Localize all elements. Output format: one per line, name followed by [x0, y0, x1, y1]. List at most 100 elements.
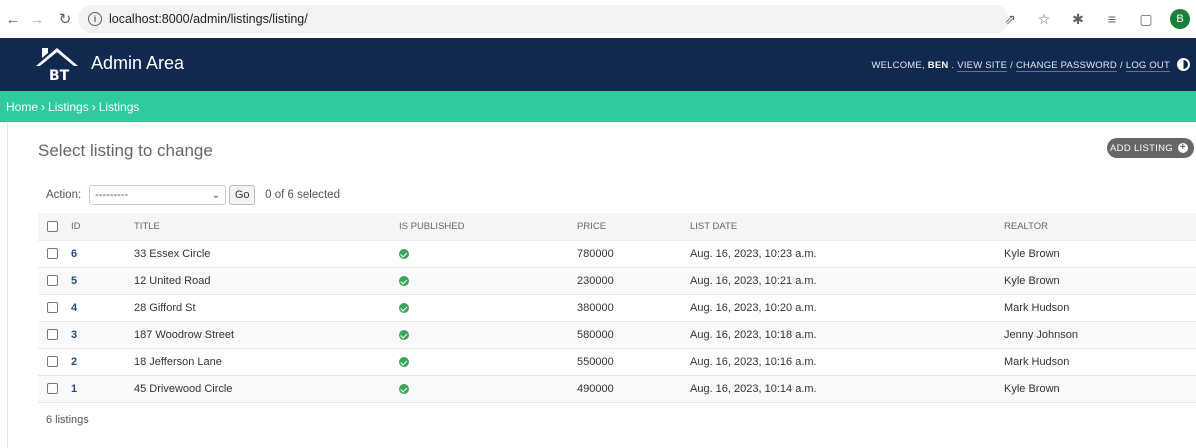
extensions-puzzle-icon[interactable]: ✱ — [1068, 9, 1088, 29]
bookmark-star-icon[interactable]: ☆ — [1034, 9, 1054, 29]
published-check-icon — [399, 249, 409, 259]
select-all-checkbox[interactable] — [47, 220, 58, 232]
paginator: 6 listings — [46, 414, 89, 426]
page-title: Select listing to change — [38, 141, 213, 160]
listing-price: 490000 — [577, 375, 690, 403]
listing-realtor: Kyle Brown — [1004, 267, 1196, 295]
listing-title: 28 Gifford St — [134, 294, 399, 322]
change-password-link[interactable]: CHANGE PASSWORD — [1015, 60, 1117, 72]
admin-header: BT Admin Area WELCOME, BEN. VIEW SITE / … — [0, 38, 1196, 91]
listing-id-link[interactable]: 4 — [71, 302, 77, 314]
actions-bar: Action: --------- ⌄ Go 0 of 6 selected — [46, 184, 340, 206]
row-checkbox[interactable] — [47, 383, 58, 395]
browser-toolbar: ← → ↻ i localhost:8000/admin/listings/li… — [0, 0, 1196, 38]
action-select-value: --------- — [95, 189, 129, 201]
listing-date: Aug. 16, 2023, 10:14 a.m. — [690, 375, 1004, 403]
breadcrumb-app[interactable]: Listings — [48, 100, 89, 114]
reading-list-icon[interactable]: ≡ — [1102, 9, 1122, 29]
select-all-header — [38, 213, 65, 241]
listing-realtor: Kyle Brown — [1004, 240, 1196, 268]
view-site-link[interactable]: VIEW SITE — [957, 60, 1008, 72]
listing-realtor: Kyle Brown — [1004, 375, 1196, 403]
breadcrumb-home[interactable]: Home — [6, 100, 38, 114]
table-header-row: ID TITLE IS PUBLISHED PRICE LIST DATE RE… — [38, 213, 1196, 241]
table-row: 6 33 Essex Circle 780000 Aug. 16, 2023, … — [38, 240, 1196, 268]
listing-price: 550000 — [577, 348, 690, 376]
back-arrow-icon[interactable]: ← — [2, 8, 24, 30]
breadcrumb-separator: › — [91, 99, 96, 114]
column-header-list-date[interactable]: LIST DATE — [690, 213, 1004, 241]
listing-title: 45 Drivewood Circle — [134, 375, 399, 403]
forward-arrow-icon[interactable]: → — [26, 8, 48, 30]
reload-icon[interactable]: ↻ — [54, 8, 76, 30]
listing-date: Aug. 16, 2023, 10:20 a.m. — [690, 294, 1004, 322]
listing-title: 12 United Road — [134, 267, 399, 295]
listing-realtor: Mark Hudson — [1004, 348, 1196, 376]
nav-sidebar-toggle[interactable] — [0, 122, 8, 448]
column-header-realtor[interactable]: REALTOR — [1004, 213, 1196, 241]
listing-id-link[interactable]: 2 — [71, 356, 77, 368]
breadcrumb-current: Listings — [98, 99, 140, 114]
row-checkbox[interactable] — [47, 302, 58, 314]
listing-date: Aug. 16, 2023, 10:23 a.m. — [690, 240, 1004, 268]
action-select[interactable]: --------- ⌄ — [89, 185, 227, 205]
column-header-price[interactable]: PRICE — [577, 213, 690, 241]
listing-date: Aug. 16, 2023, 10:18 a.m. — [690, 321, 1004, 349]
bt-logo[interactable]: BT — [34, 44, 80, 84]
svg-text:BT: BT — [49, 68, 70, 84]
side-panel-icon[interactable]: ▢ — [1136, 9, 1156, 29]
results-table: ID TITLE IS PUBLISHED PRICE LIST DATE RE… — [38, 213, 1196, 403]
table-row: 4 28 Gifford St 380000 Aug. 16, 2023, 10… — [38, 294, 1196, 322]
breadcrumb: Home › Listings › Listings — [0, 91, 1196, 122]
theme-toggle-icon[interactable] — [1177, 58, 1190, 71]
published-check-icon — [399, 303, 409, 313]
listing-id-link[interactable]: 6 — [71, 248, 77, 260]
listing-price: 780000 — [577, 240, 690, 268]
listing-title: 187 Woodrow Street — [134, 321, 399, 349]
row-checkbox[interactable] — [47, 275, 58, 287]
column-header-id[interactable]: ID — [65, 213, 134, 241]
address-bar[interactable]: i localhost:8000/admin/listings/listing/ — [78, 5, 1009, 33]
plus-icon: + — [1178, 142, 1188, 153]
listing-price: 580000 — [577, 321, 690, 349]
row-checkbox[interactable] — [47, 248, 58, 260]
go-button[interactable]: Go — [229, 185, 256, 205]
listing-realtor: Mark Hudson — [1004, 294, 1196, 322]
listing-realtor: Jenny Johnson — [1004, 321, 1196, 349]
share-icon[interactable]: ⇗ — [1000, 9, 1020, 29]
site-info-icon[interactable]: i — [88, 12, 102, 26]
add-listing-button[interactable]: ADD LISTING + — [1107, 138, 1194, 158]
separator: / — [1010, 60, 1013, 71]
row-checkbox[interactable] — [47, 356, 58, 368]
log-out-link[interactable]: LOG OUT — [1125, 60, 1170, 72]
table-row: 3 187 Woodrow Street 580000 Aug. 16, 202… — [38, 321, 1196, 349]
column-header-is-published[interactable]: IS PUBLISHED — [399, 213, 577, 241]
selection-counter: 0 of 6 selected — [265, 189, 340, 201]
published-check-icon — [399, 276, 409, 286]
table-row: 1 45 Drivewood Circle 490000 Aug. 16, 20… — [38, 375, 1196, 403]
listing-price: 230000 — [577, 267, 690, 295]
site-name[interactable]: Admin Area — [91, 53, 184, 74]
listing-id-link[interactable]: 1 — [71, 383, 77, 395]
row-checkbox[interactable] — [47, 329, 58, 341]
username: BEN — [927, 60, 949, 71]
table-row: 5 12 United Road 230000 Aug. 16, 2023, 1… — [38, 267, 1196, 295]
chevron-down-icon: ⌄ — [211, 189, 221, 201]
column-header-title[interactable]: TITLE — [134, 213, 399, 241]
url-text: localhost:8000/admin/listings/listing/ — [109, 12, 308, 26]
listing-title: 18 Jefferson Lane — [134, 348, 399, 376]
profile-avatar[interactable]: B — [1170, 9, 1190, 29]
user-tools: WELCOME, BEN. VIEW SITE / CHANGE PASSWOR… — [871, 60, 1170, 72]
listing-id-link[interactable]: 3 — [71, 329, 77, 341]
listing-date: Aug. 16, 2023, 10:16 a.m. — [690, 348, 1004, 376]
add-listing-label: ADD LISTING — [1110, 142, 1173, 154]
listing-price: 380000 — [577, 294, 690, 322]
separator: / — [1120, 60, 1123, 71]
listing-id-link[interactable]: 5 — [71, 275, 77, 287]
published-check-icon — [399, 357, 409, 367]
listing-date: Aug. 16, 2023, 10:21 a.m. — [690, 267, 1004, 295]
breadcrumb-separator: › — [41, 99, 46, 114]
published-check-icon — [399, 330, 409, 340]
published-check-icon — [399, 384, 409, 394]
action-label: Action: — [46, 189, 82, 201]
